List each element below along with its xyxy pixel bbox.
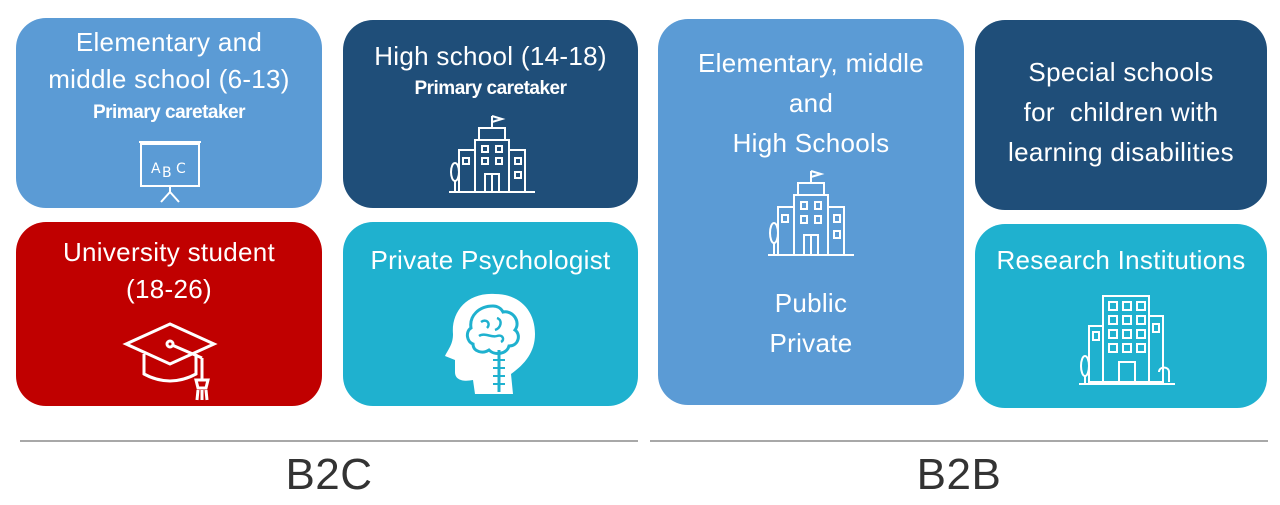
title-line-2: for children with bbox=[1023, 97, 1219, 127]
svg-text:B: B bbox=[162, 165, 172, 181]
tile-high-school: High school (14-18) Primary caretaker bbox=[343, 20, 638, 208]
tile-title: University student (18-26) bbox=[16, 234, 322, 308]
tile-title: Research Institutions bbox=[996, 245, 1246, 275]
tile-title: High school (14-18) bbox=[374, 41, 607, 71]
title-line-3: learning disabilities bbox=[1008, 137, 1234, 167]
title-line-1: Special schools bbox=[1028, 57, 1214, 87]
tile-university-student: University student (18-26) bbox=[16, 222, 322, 406]
tile-research-institutions: Research Institutions bbox=[975, 224, 1267, 408]
segment-label-b2b: B2B bbox=[916, 450, 1002, 499]
tile-title: Elementary, middle and High Schools bbox=[658, 43, 964, 163]
title-line-2: and bbox=[788, 88, 834, 118]
school-type-public: Public bbox=[774, 288, 848, 318]
abc-board-icon: A B C bbox=[137, 140, 203, 206]
title-line-1: University student bbox=[62, 237, 276, 267]
title-line-2: (18-26) bbox=[126, 274, 212, 304]
segment-label-b2c: B2C bbox=[285, 450, 373, 499]
svg-text:C: C bbox=[176, 161, 186, 177]
school-types: Public Private bbox=[658, 283, 964, 363]
graduation-cap-icon bbox=[122, 318, 218, 404]
svg-text:A: A bbox=[151, 161, 161, 177]
school-type-private: Private bbox=[769, 328, 853, 358]
title-line-1: Elementary and bbox=[75, 27, 263, 57]
tile-title: Special schools for children with learni… bbox=[975, 52, 1267, 172]
tile-title: Private Psychologist bbox=[370, 245, 611, 275]
school-building-icon bbox=[768, 169, 854, 257]
tile-elementary-middle-high-schools: Elementary, middle and High Schools Publ… bbox=[658, 19, 964, 405]
tile-title: Elementary and middle school (6-13) bbox=[16, 24, 322, 98]
school-building-icon bbox=[449, 114, 535, 194]
title-line-3: High Schools bbox=[732, 128, 890, 158]
tile-private-psychologist: Private Psychologist bbox=[343, 222, 638, 406]
b2b-divider bbox=[650, 440, 1268, 442]
brain-head-icon bbox=[441, 288, 541, 396]
office-building-icon bbox=[1079, 292, 1175, 386]
b2c-divider bbox=[20, 440, 638, 442]
title-line-1: Elementary, middle bbox=[697, 48, 924, 78]
tile-subtitle: Primary caretaker bbox=[414, 78, 567, 99]
title-line-2: middle school (6-13) bbox=[48, 64, 290, 94]
tile-elementary-middle-school: Elementary and middle school (6-13) Prim… bbox=[16, 18, 322, 208]
tile-subtitle: Primary caretaker bbox=[92, 102, 246, 123]
tile-special-schools: Special schools for children with learni… bbox=[975, 20, 1267, 210]
